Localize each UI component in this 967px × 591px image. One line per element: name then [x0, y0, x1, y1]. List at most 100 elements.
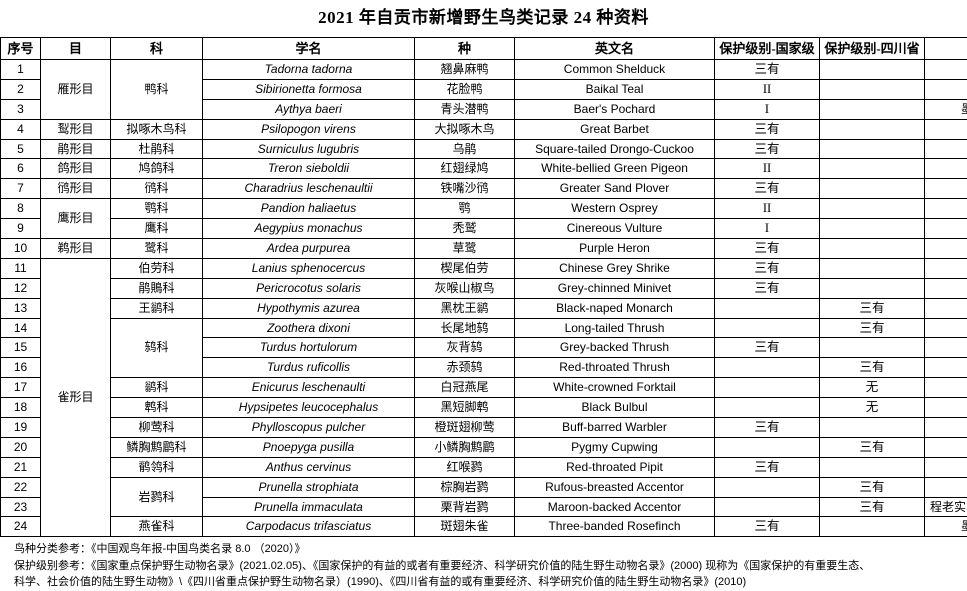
cell-species: 青头潜鸭: [415, 99, 515, 119]
cell-english-name: Long-tailed Thrush: [515, 318, 715, 338]
column-header-natl: 保护级别-国家级: [715, 38, 820, 60]
footnotes: 鸟种分类参考：《中国观鸟年报-中国鸟类名录 8.0 （2020）》 保护级别参考…: [14, 541, 953, 591]
table-row: 1雁形目鸭科Tadorna tadorna翘鼻麻鸭Common Shelduck…: [1, 60, 967, 80]
cell-english-name: Cinereous Vulture: [515, 219, 715, 239]
cell-scientific-name: Charadrius leschenaultii: [203, 179, 415, 199]
cell-english-name: White-bellied Green Pigeon: [515, 159, 715, 179]
cell-protection-sichuan: [820, 119, 925, 139]
table-header-row: 序号 目 科 学名 种 英文名 保护级别-国家级 保护级别-四川省 发现人: [1, 38, 967, 60]
cell-protection-sichuan: [820, 278, 925, 298]
cell-protection-national: [715, 398, 820, 418]
cell-species: 白冠燕尾: [415, 378, 515, 398]
cell-species: 大拟啄木鸟: [415, 119, 515, 139]
cell-english-name: Common Shelduck: [515, 60, 715, 80]
cell-family: 鹟科: [111, 378, 203, 398]
cell-finder: 墨鱼: [925, 457, 967, 477]
cell-species: 橙斑翅柳莺: [415, 418, 515, 438]
cell-protection-sichuan: [820, 258, 925, 278]
cell-protection-national: 三有: [715, 517, 820, 537]
cell-species: 黑枕王鹟: [415, 298, 515, 318]
cell-protection-national: 三有: [715, 60, 820, 80]
column-header-family: 科: [111, 38, 203, 60]
cell-protection-national: II: [715, 199, 820, 219]
cell-scientific-name: Aegypius monachus: [203, 219, 415, 239]
cell-finder: 唠唠叨叨: [925, 358, 967, 378]
cell-english-name: White-crowned Forktail: [515, 378, 715, 398]
cell-finder: 墨鱼: [925, 179, 967, 199]
cell-scientific-name: Zoothera dixoni: [203, 318, 415, 338]
cell-species: 赤颈鸫: [415, 358, 515, 378]
cell-species: 栗背岩鹨: [415, 497, 515, 517]
cell-english-name: Baikal Teal: [515, 79, 715, 99]
page-title: 2021 年自贡市新增野生鸟类记录 24 种资料: [0, 0, 967, 37]
cell-order: 鸻形目: [41, 179, 111, 199]
table-row: 18鹎科Hypsipetes leucocephalus黑短脚鹎Black Bu…: [1, 398, 967, 418]
cell-no: 1: [1, 60, 41, 80]
cell-protection-sichuan: 三有: [820, 358, 925, 378]
cell-protection-national: 三有: [715, 239, 820, 259]
cell-finder: 程老实、田汉、Aneres: [925, 497, 967, 517]
cell-order: 鹈形目: [41, 239, 111, 259]
table-row: 21鹡鸰科Anthus cervinus红喉鹨Red-throated Pipi…: [1, 457, 967, 477]
cell-family: 鹗科: [111, 199, 203, 219]
cell-finder: 李海也: [925, 199, 967, 219]
cell-english-name: Red-throated Thrush: [515, 358, 715, 378]
cell-scientific-name: Lanius sphenocercus: [203, 258, 415, 278]
cell-english-name: Black-naped Monarch: [515, 298, 715, 318]
cell-order: 雀形目: [41, 258, 111, 536]
cell-protection-national: II: [715, 79, 820, 99]
cell-family: 鸭科: [111, 60, 203, 120]
table-row: 13王鹟科Hypothymis azurea黑枕王鹟Black-naped Mo…: [1, 298, 967, 318]
cell-protection-sichuan: 三有: [820, 437, 925, 457]
cell-scientific-name: Treron sieboldii: [203, 159, 415, 179]
cell-scientific-name: Turdus ruficollis: [203, 358, 415, 378]
cell-scientific-name: Enicurus leschenaulti: [203, 378, 415, 398]
cell-finder: 爱光影: [925, 338, 967, 358]
cell-protection-sichuan: 无: [820, 398, 925, 418]
cell-finder: 唠唠叨叨: [925, 60, 967, 80]
cell-protection-sichuan: [820, 239, 925, 259]
cell-finder: 墨鱼: [925, 477, 967, 497]
cell-english-name: Chinese Grey Shrike: [515, 258, 715, 278]
table-row: 19柳莺科Phylloscopus pulcher橙斑翅柳莺Buff-barre…: [1, 418, 967, 438]
table-row: 17鹟科Enicurus leschenaulti白冠燕尾White-crown…: [1, 378, 967, 398]
column-header-order: 目: [41, 38, 111, 60]
cell-english-name: Purple Heron: [515, 239, 715, 259]
cell-english-name: Grey-chinned Minivet: [515, 278, 715, 298]
cell-protection-national: 三有: [715, 139, 820, 159]
cell-finder: 村民李某: [925, 219, 967, 239]
cell-finder: 兵哥: [925, 139, 967, 159]
table-row: 8鹰形目鹗科Pandion haliaetus鹗Western OspreyII…: [1, 199, 967, 219]
cell-no: 15: [1, 338, 41, 358]
cell-finder: 兵哥: [925, 398, 967, 418]
column-header-prov: 保护级别-四川省: [820, 38, 925, 60]
table-row: 12鹃鵙科Pericrocotus solaris灰喉山椒鸟Grey-chinn…: [1, 278, 967, 298]
cell-protection-sichuan: 无: [820, 378, 925, 398]
cell-species: 棕胸岩鹨: [415, 477, 515, 497]
footnote-protection-reference-line2: 科学、社会价值的陆生野生动物》\《四川省重点保护野生动物名录）(1990)、《四…: [14, 574, 953, 591]
cell-scientific-name: Prunella immaculata: [203, 497, 415, 517]
cell-protection-sichuan: 三有: [820, 318, 925, 338]
cell-finder: 兵哥: [925, 298, 967, 318]
cell-family: 鹃鵙科: [111, 278, 203, 298]
cell-scientific-name: Pericrocotus solaris: [203, 278, 415, 298]
cell-protection-national: I: [715, 99, 820, 119]
cell-species: 乌鹃: [415, 139, 515, 159]
cell-english-name: Square-tailed Drongo-Cuckoo: [515, 139, 715, 159]
cell-family: 燕雀科: [111, 517, 203, 537]
cell-species: 小鳞胸鹪鹛: [415, 437, 515, 457]
cell-protection-sichuan: [820, 219, 925, 239]
cell-no: 11: [1, 258, 41, 278]
cell-family: 鹭科: [111, 239, 203, 259]
cell-species: 楔尾伯劳: [415, 258, 515, 278]
cell-finder: 爱光影: [925, 159, 967, 179]
table-body: 1雁形目鸭科Tadorna tadorna翘鼻麻鸭Common Shelduck…: [1, 60, 967, 537]
cell-protection-sichuan: [820, 60, 925, 80]
cell-no: 5: [1, 139, 41, 159]
cell-finder: 一凡: [925, 437, 967, 457]
cell-no: 21: [1, 457, 41, 477]
cell-english-name: Black Bulbul: [515, 398, 715, 418]
cell-protection-sichuan: 三有: [820, 298, 925, 318]
cell-scientific-name: Prunella strophiata: [203, 477, 415, 497]
cell-no: 3: [1, 99, 41, 119]
